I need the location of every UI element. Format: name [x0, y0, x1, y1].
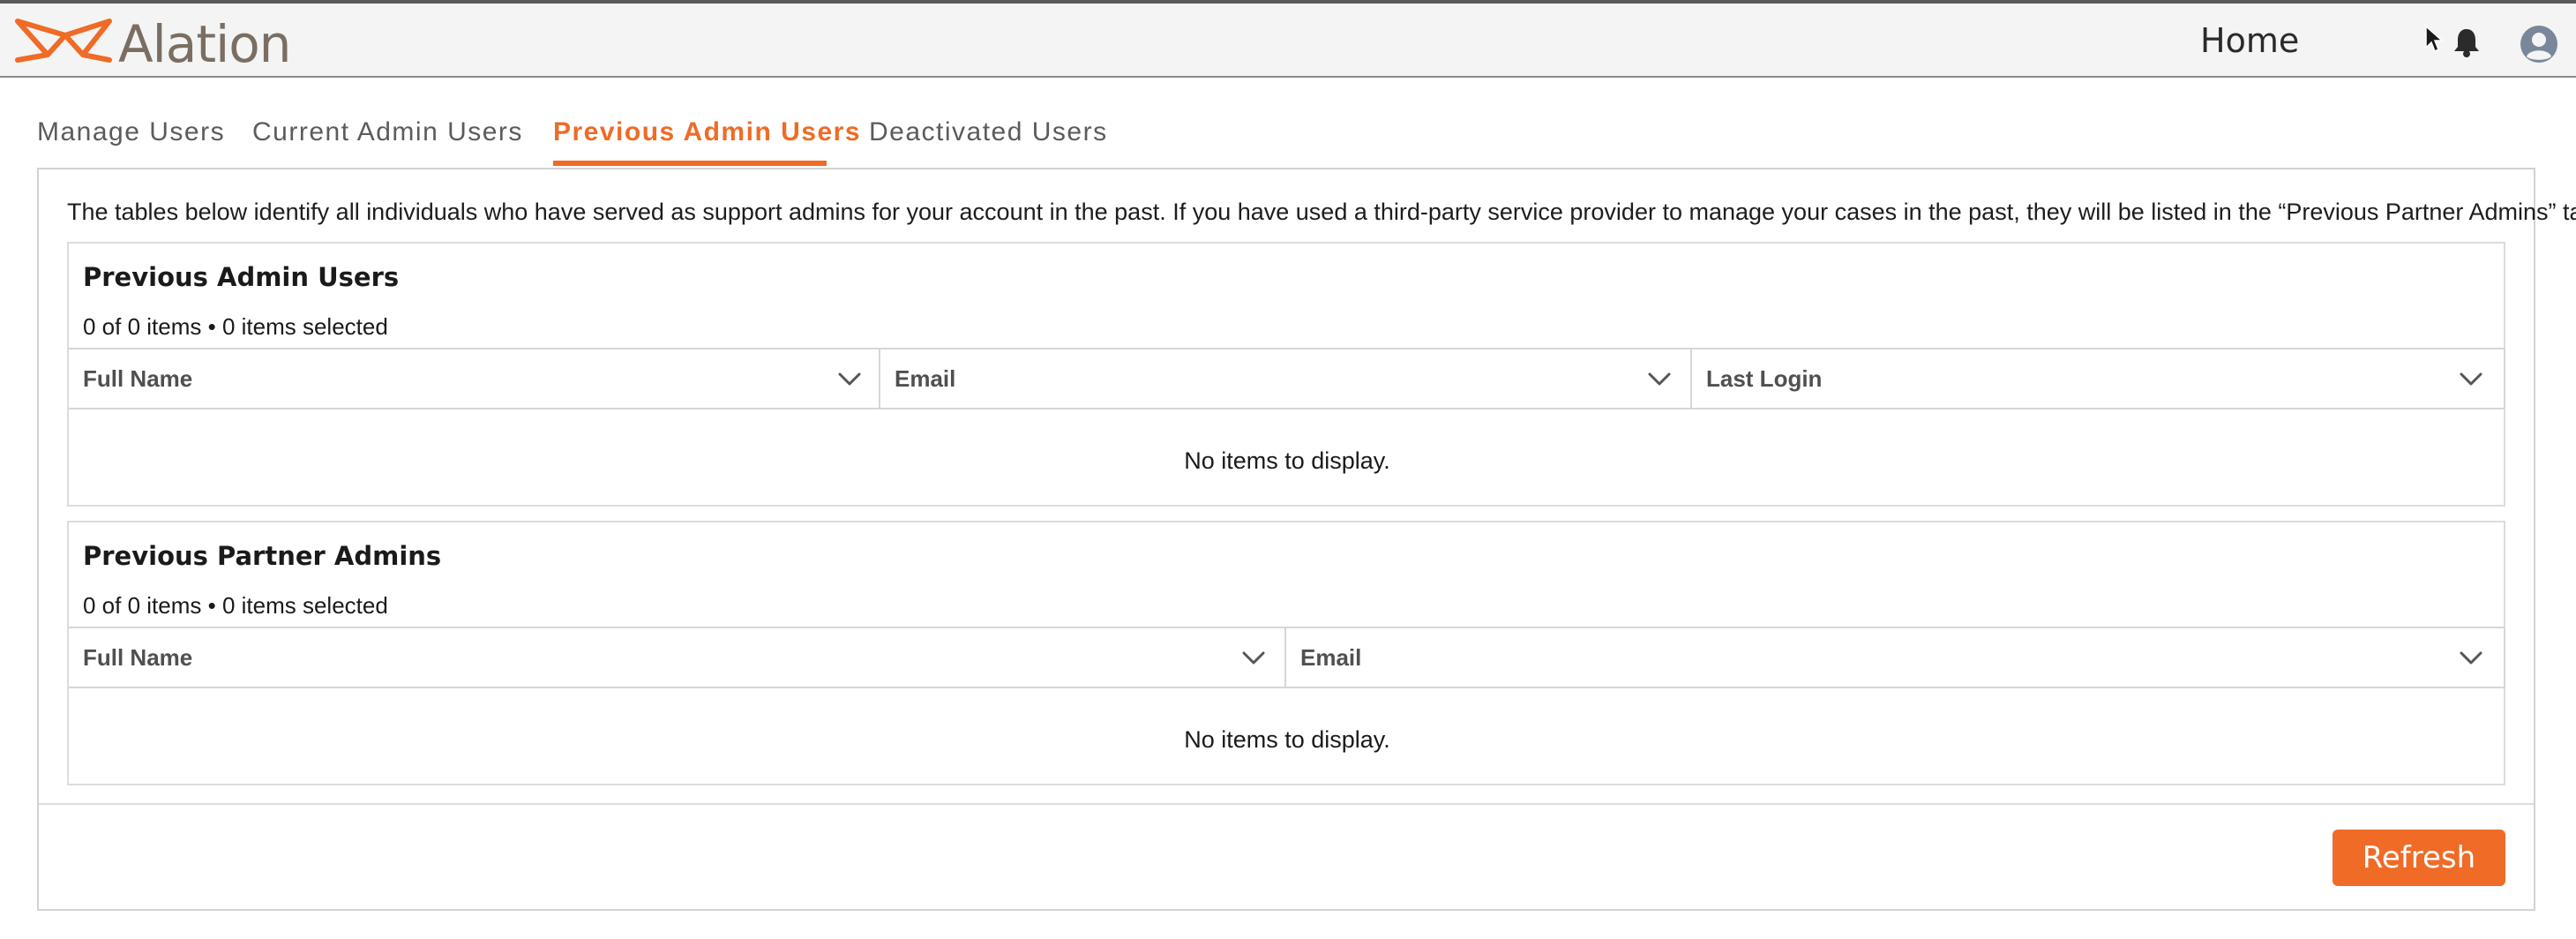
column-header-full-name[interactable]: Full Name [69, 349, 880, 408]
tab-manage-users[interactable]: Manage Users [37, 113, 225, 152]
column-header-last-login[interactable]: Last Login [1692, 349, 2505, 408]
footer-divider [39, 803, 2534, 805]
empty-message: No items to display. [1184, 447, 1390, 474]
active-tab-indicator [553, 161, 827, 166]
chevron-down-icon[interactable] [838, 369, 861, 388]
empty-message: No items to display. [1184, 726, 1390, 753]
page-title[interactable]: Home [2200, 19, 2299, 62]
previous-admins-panel: The tables below identify all individual… [37, 168, 2576, 911]
tab-current-admin-users[interactable]: Current Admin Users [252, 113, 523, 152]
column-label: Last Login [1706, 365, 1823, 392]
user-avatar-icon[interactable] [2520, 25, 2558, 64]
column-label: Email [1300, 644, 1362, 671]
item-count: 0 of 0 items • 0 items selected [83, 313, 388, 340]
alation-logo[interactable]: Alation [14, 14, 305, 74]
intro-text: The tables below identify all individual… [67, 199, 2576, 225]
column-header-email[interactable]: Email [1286, 628, 2505, 687]
bell-icon[interactable] [2451, 26, 2482, 58]
app-header: Alation Home [0, 4, 2576, 78]
tab-previous-admin-users[interactable]: Previous Admin Users [553, 113, 861, 152]
table-header: Full Name Email Last Login [69, 348, 2505, 409]
item-count: 0 of 0 items • 0 items selected [83, 592, 388, 619]
tab-deactivated-users[interactable]: Deactivated Users [869, 113, 1108, 152]
logo-text: Alation [118, 14, 291, 74]
previous-partner-admins-table: Previous Partner Admins 0 of 0 items • 0… [67, 521, 2505, 785]
column-header-email[interactable]: Email [880, 349, 1692, 408]
table-header: Full Name Email [69, 627, 2505, 688]
alation-logo-icon [15, 19, 112, 63]
section-title: Previous Partner Admins [83, 541, 442, 571]
column-label: Email [895, 365, 956, 392]
chevron-down-icon[interactable] [2460, 648, 2482, 667]
column-label: Full Name [83, 365, 193, 392]
refresh-button[interactable]: Refresh [2333, 830, 2505, 886]
section-title: Previous Admin Users [83, 262, 400, 292]
column-label: Full Name [83, 644, 193, 671]
chevron-down-icon[interactable] [2460, 369, 2482, 388]
previous-admin-users-table: Previous Admin Users 0 of 0 items • 0 it… [67, 242, 2505, 507]
chevron-down-icon[interactable] [1242, 648, 1265, 667]
column-header-full-name[interactable]: Full Name [69, 628, 1286, 687]
chevron-down-icon[interactable] [1648, 369, 1671, 388]
cursor-icon [2424, 25, 2444, 55]
